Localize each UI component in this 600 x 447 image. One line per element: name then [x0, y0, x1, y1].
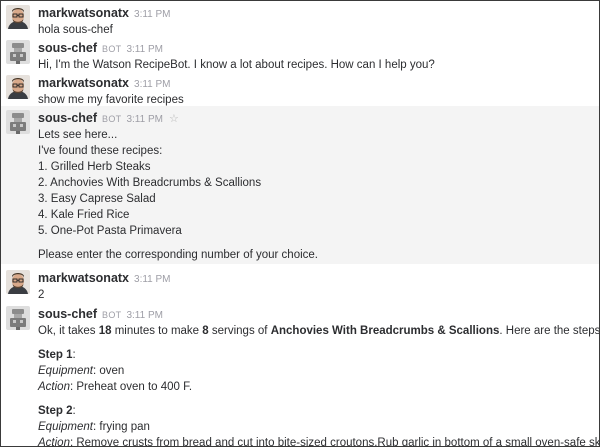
- step-equipment: Equipment: oven: [38, 365, 125, 377]
- message-text: Lets see here...: [38, 129, 118, 141]
- step-action: Action: Preheat oven to 400 F.: [38, 381, 193, 393]
- timestamp[interactable]: 3:11 PM: [134, 9, 171, 20]
- recipe-name: Anchovies With Breadcrumbs & Scallions: [270, 325, 500, 337]
- username[interactable]: markwatsonatx: [38, 271, 129, 285]
- message-user: markwatsonatx 3:11 PM show me my favorite…: [1, 71, 599, 106]
- bot-avatar[interactable]: [6, 110, 30, 134]
- timestamp[interactable]: 3:11 PM: [126, 114, 163, 125]
- username[interactable]: sous-chef: [38, 111, 97, 125]
- message-text: Please enter the corresponding number of…: [38, 249, 318, 261]
- bot-avatar[interactable]: [6, 40, 30, 64]
- message-user: markwatsonatx 3:11 PM hola sous-chef: [1, 1, 599, 36]
- username[interactable]: sous-chef: [38, 41, 97, 55]
- message-text: I've found these recipes:: [38, 145, 163, 157]
- message-bot: sous-chef BOT 3:11 PM Ok, it takes 18 minu…: [1, 300, 600, 447]
- message-bot: sous-chef BOT 3:11 PM ☆ Lets see here... I'…: [1, 106, 599, 264]
- chat-transcript: markwatsonatx 3:11 PM hola sous-chef sous…: [0, 0, 600, 447]
- step-equipment: Equipment: frying pan: [38, 421, 150, 433]
- timestamp[interactable]: 3:11 PM: [134, 274, 171, 285]
- recipe-list-item: 2. Anchovies With Breadcrumbs & Scallion…: [38, 177, 262, 189]
- timestamp[interactable]: 3:11 PM: [126, 44, 163, 55]
- timestamp[interactable]: 3:11 PM: [134, 79, 171, 90]
- step-title: Step 2:: [38, 405, 76, 417]
- username[interactable]: markwatsonatx: [38, 6, 129, 20]
- recipe-list-item: 4. Kale Fried Rice: [38, 209, 130, 221]
- recipe-summary: Ok, it takes 18 minutes to make 8 servin…: [38, 325, 600, 337]
- username[interactable]: markwatsonatx: [38, 76, 129, 90]
- username[interactable]: sous-chef: [38, 307, 97, 321]
- bot-badge: BOT: [102, 44, 122, 54]
- user-avatar[interactable]: [6, 5, 30, 29]
- step-action: Action: Remove crusts from bread and cut…: [38, 437, 600, 447]
- recipe-list-item: 5. One-Pot Pasta Primavera: [38, 225, 182, 237]
- timestamp[interactable]: 3:11 PM: [126, 310, 163, 321]
- bot-badge: BOT: [102, 114, 122, 124]
- recipe-list-item: 1. Grilled Herb Steaks: [38, 161, 151, 173]
- bot-avatar[interactable]: [6, 306, 30, 330]
- recipe-list-item: 3. Easy Caprese Salad: [38, 193, 156, 205]
- message-user: markwatsonatx 3:11 PM 2: [1, 264, 599, 301]
- bot-badge: BOT: [102, 310, 122, 320]
- star-icon[interactable]: ☆: [169, 113, 179, 125]
- user-avatar[interactable]: [6, 270, 30, 294]
- minutes-value: 18: [98, 325, 112, 337]
- message-bot: sous-chef BOT 3:11 PM Hi, I'm the Watson R…: [1, 36, 599, 71]
- user-avatar[interactable]: [6, 75, 30, 99]
- step-title: Step 1:: [38, 349, 76, 361]
